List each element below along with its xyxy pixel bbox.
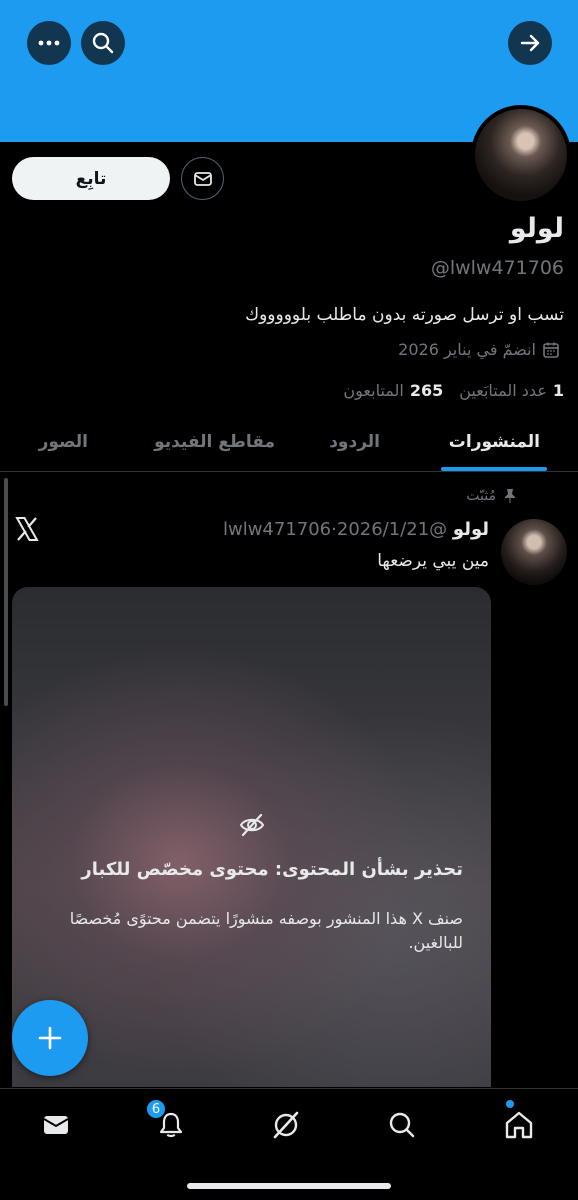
post-text: مين يبي يرضعها (377, 551, 489, 571)
hidden-eye-icon (239, 813, 265, 837)
profile-stats: 1 عدد المتابَعين 265 المتابعون (343, 381, 564, 400)
grok-icon (273, 1111, 299, 1139)
follow-button[interactable]: تابِع (12, 157, 170, 200)
followers-stat[interactable]: 265 المتابعون (343, 381, 443, 400)
compose-button[interactable] (12, 1000, 88, 1076)
mail-icon (193, 171, 212, 186)
post-date: 2026/1/21 (336, 519, 430, 540)
tab-replies[interactable]: الردود (329, 432, 380, 452)
nav-home[interactable] (499, 1105, 539, 1145)
joined-date: انضمّ في يناير 2026 (398, 340, 560, 359)
following-stat[interactable]: 1 عدد المتابَعين (459, 381, 564, 400)
pinned-indicator: مُثبّت (466, 488, 518, 504)
nav-messages[interactable] (36, 1105, 76, 1145)
more-button[interactable] (27, 21, 71, 65)
more-icon (38, 40, 60, 46)
pin-icon (505, 489, 515, 503)
scrollbar[interactable] (4, 478, 8, 706)
post-header: لولو @lwlw471706·2026/1/21 (223, 519, 489, 540)
tab-posts[interactable]: المنشورات (449, 432, 540, 452)
post-author-avatar[interactable] (501, 519, 567, 585)
plus-icon (38, 1026, 62, 1050)
search-button[interactable] (81, 21, 125, 65)
content-warning-body: صنف X هذا المنشور بوصفه منشورًا يتضمن مح… (69, 909, 463, 952)
forward-arrow-icon (520, 34, 540, 52)
profile-handle: @lwlw471706 (430, 257, 564, 279)
tab-photos[interactable]: الصور (39, 432, 88, 452)
pinned-label: مُثبّت (466, 488, 496, 504)
search-icon (389, 1112, 415, 1138)
home-icon (505, 1111, 533, 1139)
sensitive-media[interactable]: تحذير بشأن المحتوى: محتوى مخصّص للكبار ص… (12, 587, 491, 1087)
joined-text: انضمّ في يناير 2026 (398, 340, 536, 359)
x-logo-icon (15, 517, 39, 541)
forward-button[interactable] (508, 21, 552, 65)
profile-avatar[interactable] (471, 105, 571, 205)
tab-videos[interactable]: مقاطع الفيديو (154, 432, 275, 452)
profile-tabs: المنشورات الردود مقاطع الفيديو الصور (0, 420, 578, 472)
calendar-icon (543, 342, 559, 358)
nav-grok[interactable] (266, 1105, 306, 1145)
message-button[interactable] (181, 157, 224, 200)
profile-bio: تسب او ترسل صورته بدون ماطلب بلوووووك (245, 305, 564, 325)
followers-label: المتابعون (343, 381, 404, 400)
home-indicator[interactable] (187, 1183, 391, 1189)
nav-search[interactable] (382, 1105, 422, 1145)
followers-count: 265 (409, 381, 444, 400)
post-author-name[interactable]: لولو (453, 519, 489, 540)
notifications-badge: 6 (145, 1098, 167, 1120)
following-count: 1 (552, 381, 564, 400)
content-warning-title: تحذير بشأن المحتوى: محتوى مخصّص للكبار (81, 859, 463, 880)
inbox-icon (43, 1116, 69, 1134)
active-tab-indicator (441, 467, 547, 471)
profile-name: لولو (509, 213, 564, 244)
search-icon (92, 32, 114, 54)
following-label: عدد المتابَعين (459, 381, 547, 400)
